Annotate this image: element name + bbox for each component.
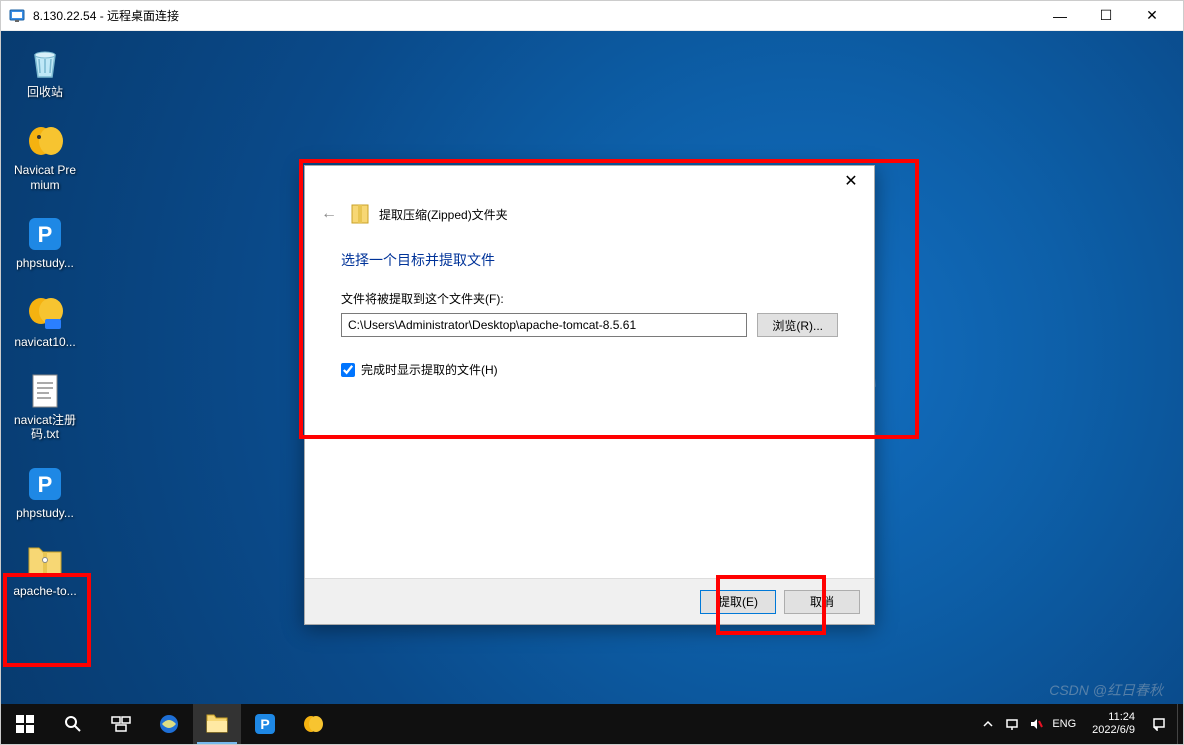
clock-time: 11:24 <box>1092 711 1135 724</box>
show-desktop-button[interactable] <box>1177 704 1183 744</box>
recycle-bin-icon <box>25 43 65 83</box>
start-button[interactable] <box>1 704 49 744</box>
taskbar-phpstudy[interactable]: P <box>241 704 289 744</box>
task-view-button[interactable] <box>97 704 145 744</box>
desktop-icon-navicat-10[interactable]: navicat10... <box>7 291 83 351</box>
svg-text:P: P <box>38 222 53 247</box>
desktop-icons: 回收站 Navicat Premium P phpstudy... navica… <box>7 41 83 601</box>
cancel-button[interactable]: 取消 <box>784 590 860 614</box>
icon-label: Navicat Premium <box>9 163 81 192</box>
zip-folder-icon <box>25 542 65 582</box>
dialog-close-button[interactable]: ✕ <box>828 166 874 196</box>
desktop-icon-apache-tomcat-zip[interactable]: apache-to... <box>7 540 83 600</box>
taskbar-file-explorer[interactable] <box>193 704 241 744</box>
navicat-icon <box>25 121 65 161</box>
zip-icon <box>351 204 369 224</box>
rdp-titlebar: 8.130.22.54 - 远程桌面连接 — ☐ ✕ <box>1 1 1183 31</box>
dialog-footer: 提取(E) 取消 <box>305 578 874 624</box>
desktop-icon-phpstudy-2[interactable]: P phpstudy... <box>7 462 83 522</box>
taskbar-ie[interactable] <box>145 704 193 744</box>
extract-button[interactable]: 提取(E) <box>700 590 776 614</box>
icon-label: phpstudy... <box>16 256 74 270</box>
system-tray: ENG 11:24 2022/6/9 <box>970 711 1177 737</box>
search-button[interactable] <box>49 704 97 744</box>
taskbar: P ENG 11:24 2022/6/9 <box>1 704 1183 744</box>
path-input[interactable] <box>341 313 747 337</box>
path-field-label: 文件将被提取到这个文件夹(F): <box>341 290 838 307</box>
checkbox-label: 完成时显示提取的文件(H) <box>361 361 498 378</box>
close-button[interactable]: ✕ <box>1129 1 1175 31</box>
maximize-button[interactable]: ☐ <box>1083 1 1129 31</box>
clock-date: 2022/6/9 <box>1092 724 1135 737</box>
phpstudy-icon: P <box>25 464 65 504</box>
icon-label: phpstudy... <box>16 506 74 520</box>
dialog-titlebar[interactable]: ✕ <box>305 166 874 196</box>
back-arrow-icon[interactable]: ← <box>317 202 341 226</box>
minimize-button[interactable]: — <box>1037 1 1083 31</box>
icon-label: apache-to... <box>13 584 76 598</box>
watermark: CSDN @红日春秋 <box>1049 680 1163 700</box>
desktop-icon-navicat-premium[interactable]: Navicat Premium <box>7 119 83 194</box>
tray-lang[interactable]: ENG <box>1052 718 1076 730</box>
tray-notifications-icon[interactable] <box>1151 716 1167 732</box>
desktop-icon-phpstudy-1[interactable]: P phpstudy... <box>7 212 83 272</box>
tray-network-icon[interactable] <box>1004 716 1020 732</box>
rdp-window: 8.130.22.54 - 远程桌面连接 — ☐ ✕ 回收站 Navicat P… <box>0 0 1184 745</box>
icon-label: 回收站 <box>27 85 63 99</box>
taskbar-clock[interactable]: 11:24 2022/6/9 <box>1084 711 1143 737</box>
browse-button[interactable]: 浏览(R)... <box>757 313 838 337</box>
dialog-body: 选择一个目标并提取文件 文件将被提取到这个文件夹(F): 浏览(R)... 完成… <box>305 232 874 578</box>
show-files-checkbox-row[interactable]: 完成时显示提取的文件(H) <box>341 361 838 378</box>
dialog-header-text: 提取压缩(Zipped)文件夹 <box>379 206 508 223</box>
desktop-icon-navicat-reg-txt[interactable]: navicat注册码.txt <box>7 369 83 444</box>
taskbar-navicat[interactable] <box>289 704 337 744</box>
svg-text:P: P <box>260 716 269 732</box>
rdp-title: 8.130.22.54 - 远程桌面连接 <box>33 7 1037 24</box>
desktop-icon-recycle-bin[interactable]: 回收站 <box>7 41 83 101</box>
dialog-header: ← 提取压缩(Zipped)文件夹 <box>305 196 874 232</box>
icon-label: navicat10... <box>14 335 75 349</box>
extract-dialog: ✕ ← 提取压缩(Zipped)文件夹 选择一个目标并提取文件 文件将被提取到这… <box>304 165 875 625</box>
tray-volume-icon[interactable] <box>1028 716 1044 732</box>
icon-label: navicat注册码.txt <box>9 413 81 442</box>
dialog-title: 选择一个目标并提取文件 <box>341 250 838 270</box>
rdp-icon <box>9 8 25 24</box>
text-file-icon <box>25 371 65 411</box>
show-files-checkbox[interactable] <box>341 363 355 377</box>
tray-chevron-icon[interactable] <box>980 716 996 732</box>
remote-desktop[interactable]: 回收站 Navicat Premium P phpstudy... navica… <box>1 31 1183 744</box>
svg-text:P: P <box>38 472 53 497</box>
navicat-icon <box>25 293 65 333</box>
phpstudy-icon: P <box>25 214 65 254</box>
